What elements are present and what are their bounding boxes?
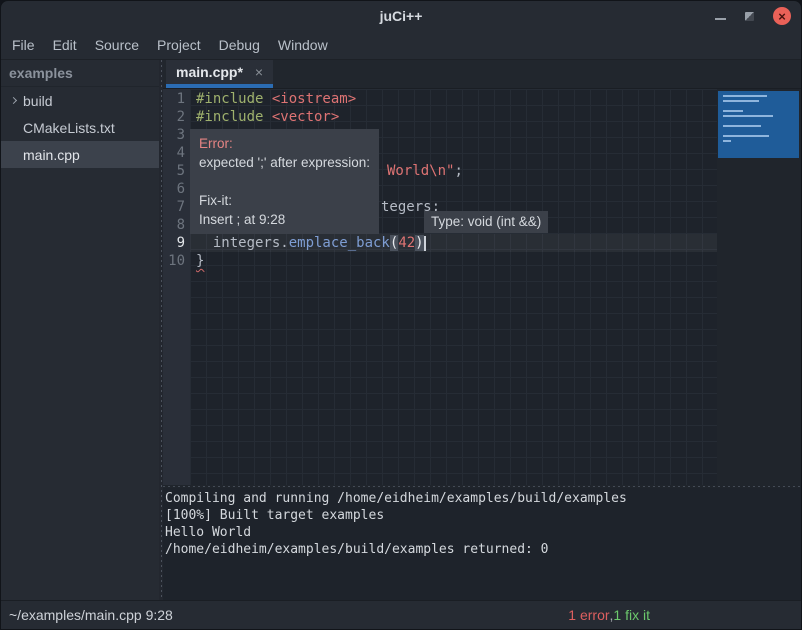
menu-item-file[interactable]: File [3,33,44,57]
status-error-count: 1 error [568,607,609,623]
menu-item-source[interactable]: Source [86,33,148,57]
code-segment: World\n" [387,163,454,179]
status-file-location: ~/examples/main.cpp 9:28 [9,601,173,629]
file-tree-panel: examples build CMakeLists.txt main.cpp [1,60,159,600]
code-segment: } [196,253,204,269]
code-line-1: #include <iostream> [190,90,717,108]
code-segment: emplace_back [289,235,390,251]
tab-strip: main.cpp* × [163,60,801,89]
line-number-10: 10 [163,252,190,270]
sidebar-item-build[interactable]: build [1,87,159,114]
menu-item-debug[interactable]: Debug [210,33,269,57]
terminal-line: Hello World [165,524,801,541]
minimap-code-line [723,100,759,102]
minimap-code-line [723,135,769,137]
terminal-output[interactable]: Compiling and running /home/eidheim/exam… [163,488,801,600]
terminal-line: Compiling and running /home/eidheim/exam… [165,490,801,507]
line-number-6: 6 [163,180,190,198]
line-number-4: 4 [163,144,190,162]
error-tooltip-line: Fix-it: [199,191,370,210]
minimap-code-line [723,115,773,117]
line-number-7: 7 [163,198,190,216]
menu-item-project[interactable]: Project [148,33,210,57]
tree-item-label: CMakeLists.txt [23,120,115,136]
tab-label: main.cpp* [176,64,243,80]
status-fixit-count: 1 fix it [613,607,650,623]
editor-column: main.cpp* × 12345678910 #include <iostre… [163,60,801,600]
tree-item-label: main.cpp [23,147,80,163]
code-segment: <iostream> [272,91,356,107]
code-line-9: integers.emplace_back(42) [190,234,717,252]
title-bar[interactable]: juCi++ × [1,1,801,31]
line-number-5: 5 [163,162,190,180]
menu-bar: FileEditSourceProjectDebugWindow [1,31,801,59]
minimap-code-line [723,140,731,142]
project-name-header: examples [1,60,159,87]
minimap-code-line [723,95,767,97]
code-segment: #include [196,91,272,107]
minimap [717,89,801,485]
error-tooltip-line: Insert ; at 9:28 [199,210,370,229]
tab-main-cpp[interactable]: main.cpp* × [166,60,273,88]
text-cursor [424,236,426,251]
minimap-visible-region[interactable] [718,91,799,158]
tree-item-label: build [23,93,53,109]
menu-item-window[interactable]: Window [269,33,337,57]
code-segment: <vector> [272,109,339,125]
window-controls: × [715,1,791,31]
code-area[interactable]: #include <iostream>#include <vector> Worl… [190,89,717,485]
line-number-3: 3 [163,126,190,144]
app-window: juCi++ × FileEditSourceProjectDebugWindo… [0,0,802,630]
error-tooltip-line: Error: [199,134,370,153]
menu-item-edit[interactable]: Edit [44,33,86,57]
restore-icon[interactable] [745,12,754,21]
terminal-line: [100%] Built target examples [165,507,801,524]
code-line-2: #include <vector> [190,108,717,126]
terminal-line: /home/eidheim/examples/build/examples re… [165,541,801,558]
code-segment: ; [454,163,462,179]
status-diagnostics: 1 error, 1 fix it [568,601,650,629]
error-tooltip: Error:expected ';' after expression: Fix-… [190,129,379,234]
status-bar: ~/examples/main.cpp 9:28 1 error, 1 fix … [1,600,801,629]
error-tooltip-line [199,172,370,191]
code-segment: integers. [196,235,289,251]
line-number-2: 2 [163,108,190,126]
line-number-8: 8 [163,216,190,234]
code-line-10: } [190,252,717,270]
error-tooltip-line: expected ';' after expression: [199,153,370,172]
minimap-code-line [723,110,743,112]
tab-close-icon[interactable]: × [255,65,263,79]
window-title: juCi++ [380,8,423,24]
editor: 12345678910 #include <iostream>#include … [163,89,801,485]
minimap-code-line [723,125,761,127]
line-number-1: 1 [163,90,190,108]
sidebar-item-main-cpp[interactable]: main.cpp [1,141,159,168]
code-segment: ) [415,235,423,251]
code-segment: 42 [398,235,415,251]
code-segment: #include [196,109,272,125]
type-tooltip: Type: void (int &&) [424,211,548,233]
chevron-right-icon[interactable] [5,98,21,103]
sidebar-item-cmakelists-txt[interactable]: CMakeLists.txt [1,114,159,141]
file-tree: build CMakeLists.txt main.cpp [1,87,159,168]
minimize-icon[interactable] [715,18,726,20]
content-area: examples build CMakeLists.txt main.cpp mai… [1,59,801,600]
line-number-9: 9 [163,234,190,252]
close-icon[interactable]: × [773,7,791,25]
line-number-gutter: 12345678910 [163,89,190,485]
type-tooltip-text: Type: void (int &&) [431,214,541,229]
